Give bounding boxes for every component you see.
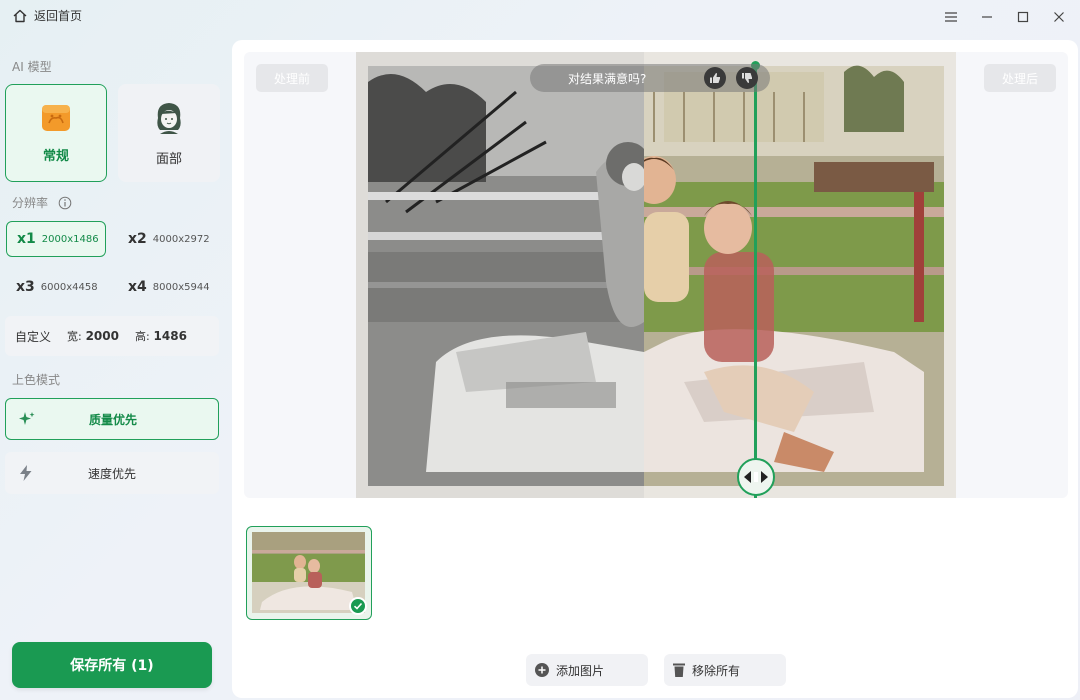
home-icon (13, 9, 27, 22)
face-icon (157, 102, 181, 134)
resolution-label-row: 分辨率 (12, 194, 72, 211)
resolution-x3-mult: x3 (16, 279, 35, 295)
resolution-x2-button[interactable]: x2 4000x2972 (118, 221, 218, 257)
maximize-icon[interactable] (1012, 6, 1034, 28)
trash-icon (673, 663, 685, 677)
selected-check-icon (349, 597, 367, 615)
image-thumbnail[interactable] (246, 526, 372, 620)
left-right-arrows-icon (744, 471, 768, 483)
speed-first-label: 速度优先 (87, 466, 136, 481)
after-label: 处理后 (984, 64, 1056, 92)
custom-height-label: 高: (134, 330, 150, 343)
custom-label: 自定义 (15, 329, 52, 344)
resolution-label: 分辨率 (12, 196, 49, 210)
comparison-preview[interactable]: 处理前 处理后 对结果满意吗? (244, 52, 1068, 498)
custom-height-value: 1486 (153, 329, 187, 343)
feedback-bar: 对结果满意吗? (530, 64, 770, 92)
resolution-x2-mult: x2 (128, 231, 147, 247)
save-all-button[interactable]: 保存所有 (1) (12, 642, 212, 688)
custom-resolution-row[interactable]: 自定义 宽: 2000 高: 1486 (5, 316, 219, 356)
settings-sidebar: AI 模型 常规 面部 分辨率 x1 2000x1486 x2 4000x297… (0, 32, 228, 700)
photo-after (644, 52, 956, 498)
quality-first-label: 质量优先 (88, 412, 137, 427)
remove-all-button[interactable]: 移除所有 (664, 654, 786, 686)
resolution-x3-size: 6000x4458 (40, 281, 98, 293)
ai-model-label: AI 模型 (12, 60, 52, 74)
title-bar: 返回首页 (0, 0, 1080, 32)
quality-first-button[interactable]: 质量优先 (5, 398, 219, 440)
info-icon[interactable] (58, 196, 72, 210)
before-label: 处理前 (256, 64, 328, 92)
back-home-button[interactable]: 返回首页 (12, 7, 82, 24)
resolution-x4-button[interactable]: x4 8000x5944 (118, 269, 218, 305)
split-drag-handle[interactable] (737, 458, 775, 496)
add-image-label: 添加图片 (556, 663, 605, 678)
color-mode-label: 上色模式 (12, 373, 61, 387)
remove-all-label: 移除所有 (692, 663, 741, 678)
resolution-x3-button[interactable]: x3 6000x4458 (6, 269, 106, 305)
resolution-x1-button[interactable]: x1 2000x1486 (6, 221, 106, 257)
resolution-x4-mult: x4 (128, 279, 147, 295)
photo-canvas (356, 52, 956, 498)
custom-height-field[interactable]: 高: 1486 (135, 328, 187, 344)
main-panel: 处理前 处理后 对结果满意吗? 添加图片 移除所有 (232, 40, 1078, 698)
thumbs-down-icon[interactable] (736, 67, 758, 89)
feedback-question: 对结果满意吗? (568, 71, 647, 86)
model-general-card[interactable]: 常规 (5, 84, 107, 182)
resolution-x1-mult: x1 (17, 231, 36, 247)
custom-width-field[interactable]: 宽: 2000 (67, 328, 119, 344)
custom-width-value: 2000 (85, 329, 119, 343)
close-icon[interactable] (1048, 6, 1070, 28)
portrait-icon (42, 104, 70, 131)
add-image-button[interactable]: 添加图片 (526, 654, 648, 686)
plus-circle-icon (535, 663, 549, 677)
sparkle-icon (19, 412, 35, 425)
lightning-icon (20, 465, 32, 481)
resolution-x2-size: 4000x2972 (152, 233, 210, 245)
split-divider-line[interactable] (754, 66, 757, 498)
photo-before (356, 52, 644, 498)
model-general-label: 常规 (42, 148, 69, 164)
model-face-label: 面部 (155, 151, 182, 167)
resolution-x4-size: 8000x5944 (152, 281, 210, 293)
model-face-card[interactable]: 面部 (118, 84, 220, 182)
back-home-label: 返回首页 (34, 9, 83, 23)
thumbs-up-icon[interactable] (704, 67, 726, 89)
custom-width-label: 宽: (67, 330, 82, 343)
resolution-x1-size: 2000x1486 (41, 233, 99, 245)
minimize-icon[interactable] (976, 6, 998, 28)
menu-icon[interactable] (940, 6, 962, 28)
speed-first-button[interactable]: 速度优先 (5, 452, 219, 494)
